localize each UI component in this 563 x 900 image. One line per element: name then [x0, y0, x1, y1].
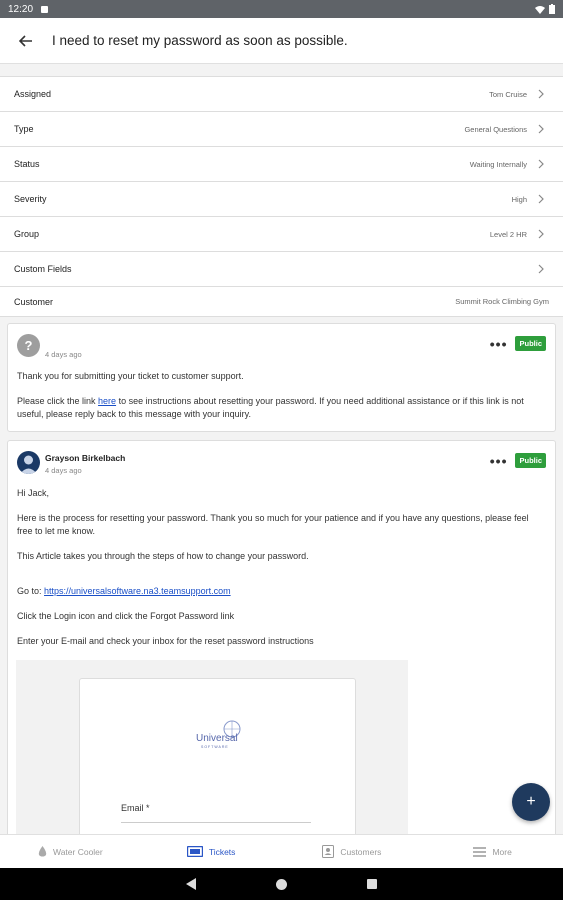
- ticket-properties: Assigned Tom Cruise Type General Questio…: [0, 76, 563, 317]
- back-triangle-icon[interactable]: [186, 878, 196, 890]
- add-button[interactable]: +: [512, 783, 550, 821]
- drop-icon: [38, 845, 47, 857]
- prop-label: Assigned: [14, 89, 52, 99]
- back-button[interactable]: [0, 18, 52, 64]
- ticket-icon: [186, 846, 203, 857]
- avatar-unknown-icon: ?: [17, 334, 40, 357]
- nav-label: Tickets: [208, 846, 236, 857]
- nav-more[interactable]: More: [422, 835, 563, 868]
- page-title: I need to reset my password as soon as p…: [52, 33, 348, 48]
- message-author: Grayson Birkelbach: [45, 453, 126, 463]
- nav-tickets[interactable]: Tickets: [141, 835, 282, 868]
- nav-label: More: [492, 846, 512, 857]
- prop-custom-fields[interactable]: Custom Fields: [0, 252, 563, 287]
- more-options-icon[interactable]: •••: [490, 454, 508, 468]
- prop-customer[interactable]: Customer Summit Rock Climbing Gym: [0, 287, 563, 317]
- bottom-nav: Water Cooler Tickets Customers More: [0, 834, 563, 868]
- here-link[interactable]: here: [98, 396, 116, 406]
- embedded-screenshot: Universal SOFTWARE Email *: [16, 660, 408, 834]
- message-line: Hi Jack,: [17, 488, 50, 498]
- system-navigation: [0, 868, 563, 900]
- prop-label: Customer: [14, 296, 54, 307]
- prop-label: Custom Fields: [14, 264, 72, 274]
- email-field: [121, 822, 311, 823]
- prop-type[interactable]: Type General Questions: [0, 112, 563, 147]
- prop-severity[interactable]: Severity High: [0, 182, 563, 217]
- menu-icon: [473, 846, 487, 857]
- public-badge: Public: [515, 453, 546, 468]
- prop-label: Group: [14, 229, 40, 239]
- nav-water-cooler[interactable]: Water Cooler: [0, 835, 141, 868]
- message-line: Please click the link here to see instru…: [17, 396, 524, 419]
- chevron-right-icon: [533, 264, 549, 274]
- message-line: Here is the process for resetting your p…: [17, 513, 529, 536]
- message-line: Enter your E-mail and check your inbox f…: [17, 636, 314, 646]
- message-line: Thank you for submitting your ticket to …: [17, 371, 244, 381]
- nav-customers[interactable]: Customers: [282, 835, 423, 868]
- chevron-right-icon: [533, 229, 549, 239]
- login-form-preview: Universal SOFTWARE Email *: [79, 678, 356, 834]
- contact-icon: [322, 845, 335, 858]
- recents-square-icon[interactable]: [367, 879, 377, 889]
- more-options-icon[interactable]: •••: [490, 337, 508, 351]
- support-link[interactable]: https://universalsoftware.na3.teamsuppor…: [44, 586, 231, 596]
- status-bar: 12:20: [0, 0, 563, 18]
- public-badge: Public: [515, 336, 546, 351]
- message-card: ? 4 days ago ••• Public Thank you for su…: [7, 323, 556, 432]
- prop-value: Waiting Internally: [469, 159, 527, 169]
- chevron-right-icon: [533, 194, 549, 204]
- notification-icon: [41, 5, 49, 13]
- home-circle-icon[interactable]: [276, 878, 287, 890]
- chevron-right-icon: [533, 124, 549, 134]
- chevron-right-icon: [533, 89, 549, 99]
- chevron-right-icon: [533, 159, 549, 169]
- battery-icon: [549, 4, 555, 14]
- prop-label: Severity: [14, 194, 47, 204]
- message-line: This Article takes you through the steps…: [17, 551, 309, 561]
- prop-value: Level 2 HR: [489, 229, 527, 239]
- prop-label: Type: [14, 124, 34, 134]
- logo-text: Universal: [196, 733, 238, 744]
- message-line: Click the Login icon and click the Forgo…: [17, 611, 235, 621]
- prop-value: High: [511, 194, 527, 204]
- message-time: 4 days ago: [45, 350, 82, 359]
- nav-label: Water Cooler: [52, 846, 103, 857]
- message-time: 4 days ago: [45, 466, 82, 475]
- prop-assigned[interactable]: Assigned Tom Cruise: [0, 77, 563, 112]
- prop-status[interactable]: Status Waiting Internally: [0, 147, 563, 182]
- wifi-icon: [535, 5, 545, 14]
- prop-label: Status: [14, 159, 40, 169]
- email-label: Email *: [121, 803, 150, 813]
- ticket-scroll[interactable]: Assigned Tom Cruise Type General Questio…: [0, 64, 563, 834]
- app-bar: I need to reset my password as soon as p…: [0, 18, 563, 64]
- prop-value: Tom Cruise: [489, 89, 527, 99]
- nav-label: Customers: [340, 846, 382, 857]
- prop-value: General Questions: [464, 124, 527, 134]
- clock: 12:20: [8, 3, 34, 15]
- message-body: Hi Jack, Here is the process for resetti…: [17, 487, 546, 648]
- arrow-back-icon: [19, 34, 32, 47]
- logo-subtext: SOFTWARE: [201, 745, 229, 749]
- message-line: Go to: https://universalsoftware.na3.tea…: [17, 586, 231, 596]
- prop-group[interactable]: Group Level 2 HR: [0, 217, 563, 252]
- prop-value: Summit Rock Climbing Gym: [455, 297, 549, 306]
- message-body: Thank you for submitting your ticket to …: [17, 370, 546, 421]
- avatar: [17, 451, 40, 474]
- message-card: Grayson Birkelbach 4 days ago ••• Public…: [7, 440, 556, 834]
